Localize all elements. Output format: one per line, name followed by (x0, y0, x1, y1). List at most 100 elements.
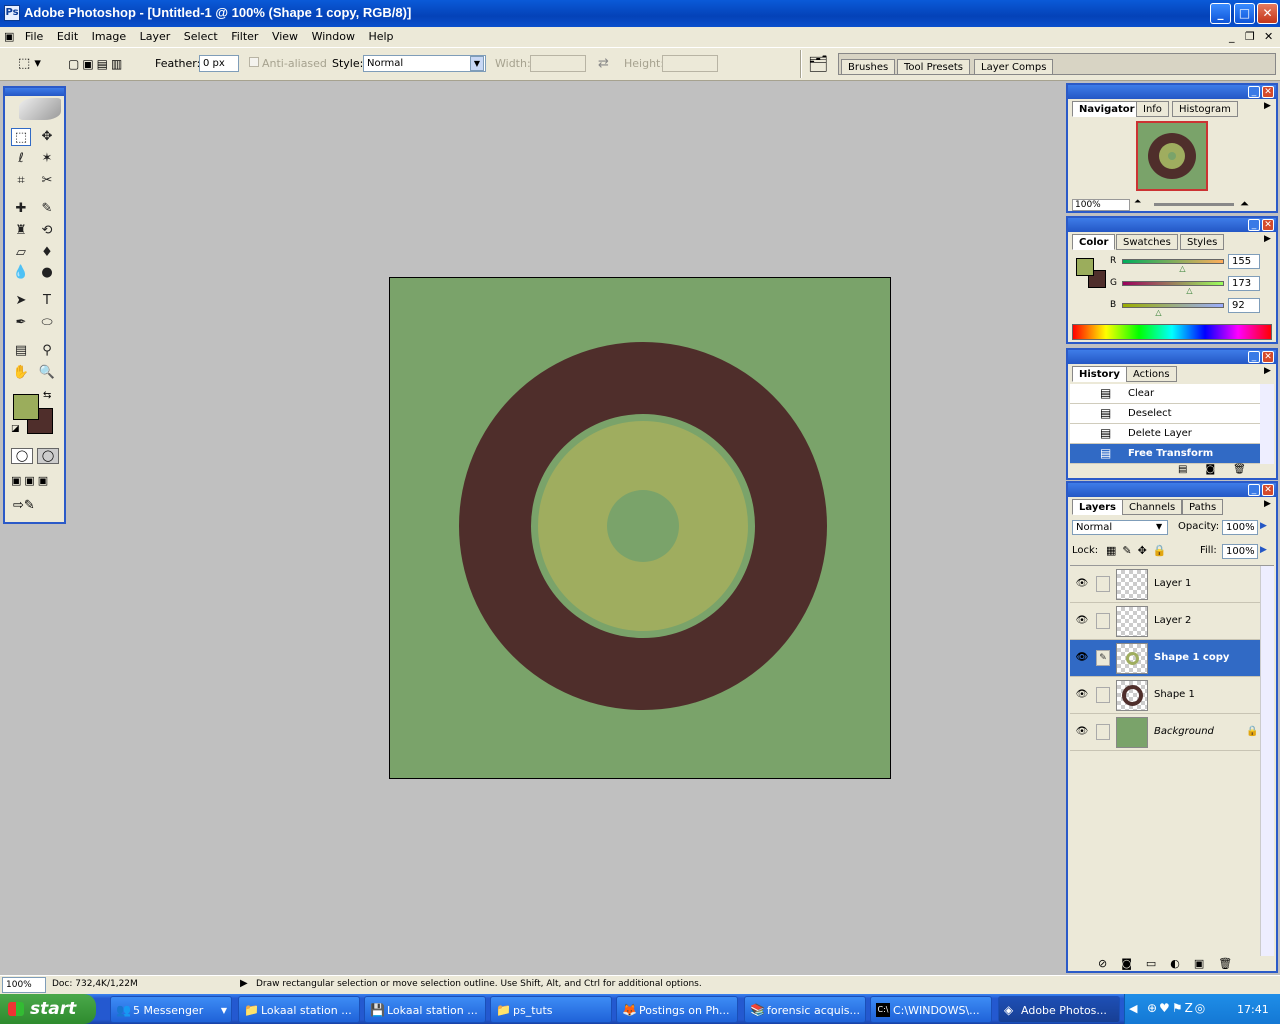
history-item-selected[interactable]: ▤ Free Transform (1070, 444, 1260, 464)
g-value-input[interactable]: 173 (1228, 276, 1260, 291)
b-slider-thumb[interactable]: △ (1154, 309, 1163, 317)
doc-close-button[interactable]: ✕ (1264, 27, 1273, 47)
style-select[interactable]: Normal (363, 55, 486, 72)
tray-icons[interactable]: ⊕♥⚑Z◎ (1147, 1001, 1207, 1015)
crop-tool[interactable]: ⌗ (11, 172, 31, 190)
blur-tool[interactable]: 💧 (11, 264, 31, 282)
history-item[interactable]: ▤ Delete Layer (1070, 424, 1260, 444)
zoom-tool[interactable]: 🔍 (37, 364, 57, 382)
healing-brush-tool[interactable]: ✚ (11, 200, 31, 218)
panel-minimize-button[interactable]: _ (1248, 219, 1260, 231)
layer-row[interactable]: 👁 Shape 1 (1070, 677, 1260, 714)
close-button[interactable]: ✕ (1257, 3, 1278, 24)
link-toggle[interactable] (1096, 724, 1110, 740)
status-arrow-icon[interactable]: ▶ (240, 978, 248, 989)
swap-icon[interactable]: ⇄ (598, 56, 609, 71)
history-brush-tool[interactable]: ⟲ (37, 222, 57, 240)
fill-arrow-icon[interactable]: ▶ (1260, 545, 1267, 555)
doc-minimize-button[interactable]: _ (1229, 27, 1235, 47)
opacity-input[interactable]: 100% (1222, 520, 1258, 535)
task-lokaal-station-1[interactable]: 📁 Lokaal station ... (238, 996, 360, 1023)
history-footer-icons[interactable]: ▤◙🗑 (1178, 464, 1264, 475)
opacity-arrow-icon[interactable]: ▶ (1260, 521, 1267, 531)
menu-help[interactable]: Help (363, 27, 398, 47)
path-select-tool[interactable]: ➤ (11, 292, 31, 310)
layer-row[interactable]: 👁 Layer 2 (1070, 603, 1260, 640)
task-postings[interactable]: 🦊 Postings on Ph... (616, 996, 738, 1023)
paint-bucket-tool[interactable]: ♦ (37, 244, 57, 262)
layer-row[interactable]: 👁 Background 🔒 (1070, 714, 1260, 751)
tab-histogram[interactable]: Histogram (1172, 101, 1238, 117)
hand-tool[interactable]: ✋ (11, 364, 31, 382)
tab-channels[interactable]: Channels (1122, 499, 1183, 515)
tab-history[interactable]: History (1072, 366, 1127, 382)
r-slider[interactable] (1122, 259, 1224, 264)
tab-layers[interactable]: Layers (1072, 499, 1123, 515)
layer-row-selected[interactable]: 👁 ✎ Shape 1 copy (1070, 640, 1260, 677)
eye-icon[interactable]: 👁 (1074, 640, 1090, 676)
panel-close-button[interactable]: ✕ (1262, 351, 1274, 363)
ellipse-shape-tool[interactable]: ⬭ (37, 314, 57, 332)
tab-tool-presets[interactable]: Tool Presets (897, 59, 970, 75)
move-tool[interactable]: ✥ (37, 128, 57, 146)
dodge-tool[interactable]: ● (37, 264, 57, 282)
menu-file[interactable]: File (20, 27, 48, 47)
menu-window[interactable]: Window (307, 27, 360, 47)
tab-swatches[interactable]: Swatches (1116, 234, 1178, 250)
pen-tool[interactable]: ✒ (11, 314, 31, 332)
task-forensic[interactable]: 📚 forensic acquis... (744, 996, 866, 1023)
task-lokaal-station-2[interactable]: 💾 Lokaal station ... (364, 996, 486, 1023)
menu-edit[interactable]: Edit (52, 27, 83, 47)
color-fg-swatch[interactable] (1076, 258, 1094, 276)
navigator-preview[interactable] (1136, 121, 1208, 191)
r-value-input[interactable]: 155 (1228, 254, 1260, 269)
panel-close-button[interactable]: ✕ (1262, 484, 1274, 496)
layers-scrollbar[interactable] (1260, 566, 1274, 956)
menu-select[interactable]: Select (179, 27, 223, 47)
color-ramp-spectrum[interactable] (1072, 324, 1272, 340)
r-slider-thumb[interactable]: △ (1178, 265, 1187, 273)
panel-menu-arrow-icon[interactable]: ▶ (1264, 234, 1271, 244)
g-slider-thumb[interactable]: △ (1185, 287, 1194, 295)
b-slider[interactable] (1122, 303, 1224, 308)
history-item[interactable]: ▤ Deselect (1070, 404, 1260, 424)
tab-actions[interactable]: Actions (1126, 366, 1177, 382)
link-toggle[interactable] (1096, 576, 1110, 592)
navigator-zoom-slider[interactable] (1154, 203, 1234, 206)
panel-close-button[interactable]: ✕ (1262, 219, 1274, 231)
menu-view[interactable]: View (267, 27, 303, 47)
height-input[interactable] (662, 55, 718, 72)
blend-mode-select[interactable]: Normal (1072, 520, 1168, 535)
screen-mode-buttons[interactable]: ▣▣▣ (11, 474, 61, 490)
tray-expand-icon[interactable]: ◀ (1129, 1002, 1137, 1015)
task-photoshop[interactable]: ◈ Adobe Photos... (998, 996, 1120, 1023)
standard-mode-button[interactable]: ◯ (11, 448, 33, 464)
eye-icon[interactable]: 👁 (1074, 714, 1090, 750)
panel-minimize-button[interactable]: _ (1248, 351, 1260, 363)
magic-wand-tool[interactable]: ✶ (37, 150, 57, 168)
panel-minimize-button[interactable]: _ (1248, 484, 1260, 496)
history-scrollbar[interactable] (1260, 384, 1274, 464)
type-tool[interactable]: T (37, 292, 57, 310)
tab-navigator[interactable]: Navigator (1072, 101, 1142, 117)
link-toggle[interactable] (1096, 613, 1110, 629)
start-button[interactable]: start (0, 994, 96, 1024)
layers-footer-icons[interactable]: ⊘◙▭◐▣🗑 (1098, 957, 1246, 970)
history-item[interactable]: ▤ Clear (1070, 384, 1260, 404)
feather-input[interactable]: 0 px (199, 55, 239, 72)
task-ps-tuts[interactable]: 📁 ps_tuts (490, 996, 612, 1023)
layer-row[interactable]: 👁 Layer 1 (1070, 566, 1260, 603)
antialias-checkbox[interactable] (249, 57, 259, 67)
tab-paths[interactable]: Paths (1182, 499, 1224, 515)
eyedropper-tool[interactable]: ⚲ (37, 342, 57, 360)
document-canvas[interactable] (389, 277, 891, 779)
fill-input[interactable]: 100% (1222, 544, 1258, 559)
task-cmd[interactable]: C:\ C:\WINDOWS\... (870, 996, 992, 1023)
link-toggle[interactable] (1096, 687, 1110, 703)
panel-menu-arrow-icon[interactable]: ▶ (1264, 499, 1271, 509)
panel-minimize-button[interactable]: _ (1248, 86, 1260, 98)
brush-icon[interactable]: ✎ (1096, 650, 1110, 666)
jump-to-imageready-button[interactable]: ⇨✎ (13, 498, 59, 516)
tab-color[interactable]: Color (1072, 234, 1116, 250)
task-messenger[interactable]: 👥 5 Messenger ▼ (110, 996, 232, 1023)
